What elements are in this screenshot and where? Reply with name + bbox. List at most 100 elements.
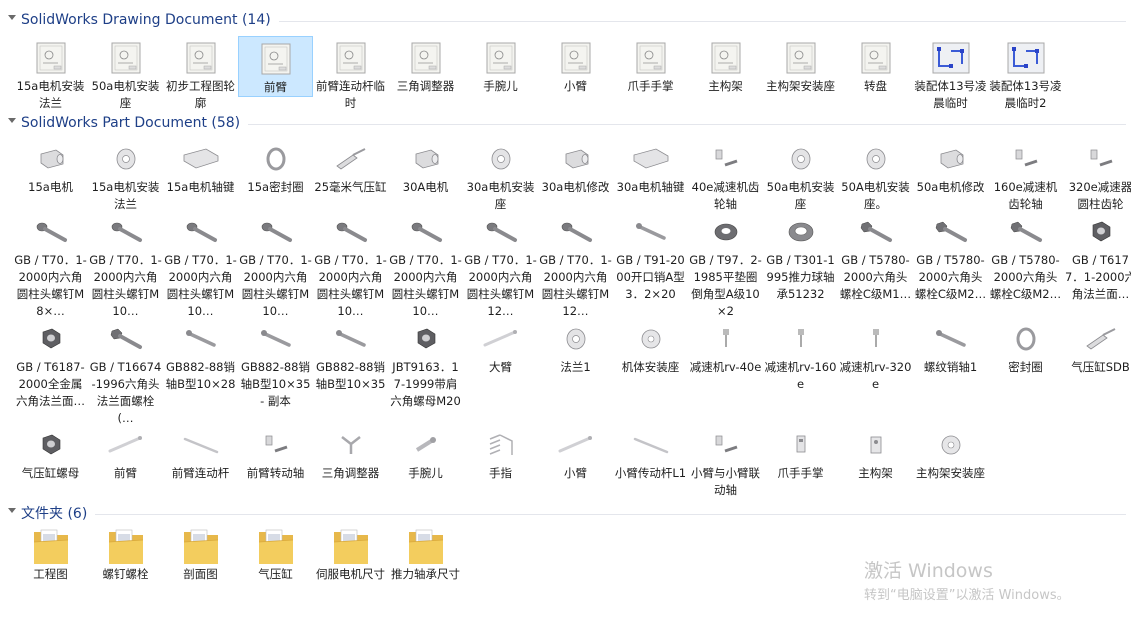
file-item[interactable]: 减速机rv-40e bbox=[688, 317, 763, 376]
item-label: GB / T5780-2000六角头螺栓C级M2… bbox=[914, 253, 987, 301]
group-title: SolidWorks Drawing Document (14) bbox=[21, 12, 271, 28]
file-item[interactable]: 50a电机安装座 bbox=[763, 137, 838, 213]
file-item[interactable]: GB882-88销轴B型10×28 bbox=[163, 317, 238, 393]
file-item[interactable]: 小臂与小臂联动轴 bbox=[688, 423, 763, 499]
file-item[interactable]: GB / T6187-2000全金属六角法兰面… bbox=[13, 317, 88, 410]
file-item[interactable]: GB / T5780-2000六角头螺栓C级M2… bbox=[988, 210, 1063, 303]
file-item[interactable]: GB / T97．2-1985平垫圈倒角型A级10×2 bbox=[688, 210, 763, 320]
file-item[interactable]: 50A电机安装座。 bbox=[838, 137, 913, 213]
file-item[interactable]: 前臂 bbox=[88, 423, 163, 482]
item-label: 减速机rv-160e bbox=[764, 360, 837, 391]
file-item[interactable]: 15a电机安装法兰 bbox=[13, 36, 88, 112]
file-item[interactable]: GB / T70．1-2000内六角圆柱头螺钉M10… bbox=[88, 210, 163, 320]
file-item[interactable]: 减速机rv-160e bbox=[763, 317, 838, 393]
item-label: 手指 bbox=[489, 466, 512, 480]
file-item[interactable]: 气压缸螺母 bbox=[13, 423, 88, 482]
item-label: 手腕儿 bbox=[408, 466, 443, 480]
file-item[interactable]: 减速机rv-320e bbox=[838, 317, 913, 393]
file-item[interactable]: JBT9163．17-1999带肩六角螺母M20 bbox=[388, 317, 463, 410]
folder-icon bbox=[388, 526, 463, 566]
file-item[interactable]: 装配体13号凌晨临时 bbox=[913, 36, 988, 112]
file-item[interactable]: 初步工程图轮廓 bbox=[163, 36, 238, 112]
shaft-part-icon bbox=[688, 425, 763, 465]
file-item[interactable]: 25毫米气压缸 bbox=[313, 137, 388, 196]
file-item[interactable]: 15a电机 bbox=[13, 137, 88, 196]
file-item[interactable]: 主构架 bbox=[688, 36, 763, 95]
file-item[interactable]: 手腕儿 bbox=[388, 423, 463, 482]
file-item[interactable]: 160e减速机齿轮轴 bbox=[988, 137, 1063, 213]
item-label: 主构架安装座 bbox=[766, 79, 835, 93]
file-item[interactable]: GB / T5780-2000六角头螺栓C级M1… bbox=[838, 210, 913, 303]
file-item[interactable]: 小臂传动杆L1 bbox=[613, 423, 688, 482]
file-item[interactable]: GB / T70．1-2000内六角圆柱头螺钉M10… bbox=[163, 210, 238, 320]
collapse-chevron-icon[interactable] bbox=[6, 14, 18, 26]
folder-item[interactable]: 工程图 bbox=[13, 524, 88, 583]
file-item[interactable]: 三角调整器 bbox=[313, 423, 388, 482]
folder-item[interactable]: 推力轴承尺寸 bbox=[388, 524, 463, 583]
item-label: GB / T70．1-2000内六角圆柱头螺钉M10… bbox=[314, 253, 387, 318]
file-item[interactable]: 前臂连动杆临时 bbox=[313, 36, 388, 112]
file-item[interactable]: 转盘 bbox=[838, 36, 913, 95]
file-item[interactable]: 30a电机修改 bbox=[538, 137, 613, 196]
file-item[interactable]: 前臂连动杆 bbox=[163, 423, 238, 482]
file-item[interactable]: 40e减速机齿轮轴 bbox=[688, 137, 763, 213]
folder-item[interactable]: 伺服电机尺寸 bbox=[313, 524, 388, 583]
collapse-chevron-icon[interactable] bbox=[6, 507, 18, 519]
file-item[interactable]: 15a电机安装法兰 bbox=[88, 137, 163, 213]
file-item[interactable]: 50a电机安装座 bbox=[88, 36, 163, 112]
file-item[interactable]: 小臂 bbox=[538, 36, 613, 95]
file-item[interactable]: GB / T5780-2000六角头螺栓C级M2… bbox=[913, 210, 988, 303]
group-header[interactable]: SolidWorks Drawing Document (14) bbox=[6, 9, 1126, 31]
file-item[interactable]: GB / T70．1-2000内六角圆柱头螺钉M12… bbox=[463, 210, 538, 320]
file-item[interactable]: 小臂 bbox=[538, 423, 613, 482]
file-item[interactable]: 大臂 bbox=[463, 317, 538, 376]
item-label: 小臂与小臂联动轴 bbox=[691, 466, 760, 497]
file-item[interactable]: 密封圈 bbox=[988, 317, 1063, 376]
washer-part-icon bbox=[688, 212, 763, 252]
collapse-chevron-icon[interactable] bbox=[6, 117, 18, 129]
file-item[interactable]: GB / T70．1-2000内六角圆柱头螺钉M8×… bbox=[13, 210, 88, 320]
file-item[interactable]: 15a密封圈 bbox=[238, 137, 313, 196]
file-item[interactable]: GB882-88销轴B型10×35 - 副本 bbox=[238, 317, 313, 410]
file-item[interactable]: 手腕儿 bbox=[463, 36, 538, 95]
pin-part-icon bbox=[613, 212, 688, 252]
file-item[interactable]: 主构架 bbox=[838, 423, 913, 482]
file-item[interactable]: 30A电机 bbox=[388, 137, 463, 196]
group-header[interactable]: SolidWorks Part Document (58) bbox=[6, 112, 1126, 134]
file-item[interactable]: 50a电机修改 bbox=[913, 137, 988, 196]
file-item[interactable]: 320e减速器圆柱齿轮 bbox=[1063, 137, 1131, 213]
item-label: JBT9163．17-1999带肩六角螺母M20 bbox=[390, 360, 461, 408]
file-item[interactable]: 三角调整器 bbox=[388, 36, 463, 95]
file-item[interactable]: 前臂 bbox=[238, 36, 313, 97]
motor-part-icon bbox=[538, 139, 613, 179]
file-item[interactable]: 装配体13号凌晨临时2 bbox=[988, 36, 1063, 112]
file-item[interactable]: GB / T301-1995推力球轴承51232 bbox=[763, 210, 838, 303]
file-item[interactable]: GB / T70．1-2000内六角圆柱头螺钉M10… bbox=[238, 210, 313, 320]
file-item[interactable]: GB / T91-2000开口销A型3．2×20 bbox=[613, 210, 688, 303]
group-header[interactable]: 文件夹 (6) bbox=[6, 502, 1126, 524]
file-item[interactable]: GB882-88销轴B型10×35 bbox=[313, 317, 388, 393]
file-item[interactable]: GB / T6177．1-2000六角法兰面… bbox=[1063, 210, 1131, 303]
file-item[interactable]: 螺纹销轴1 bbox=[913, 317, 988, 376]
file-item[interactable]: 30a电机轴键 bbox=[613, 137, 688, 196]
file-item[interactable]: 15a电机轴键 bbox=[163, 137, 238, 196]
file-item[interactable]: 手指 bbox=[463, 423, 538, 482]
item-label: 装配体13号凌晨临时2 bbox=[989, 79, 1062, 110]
file-item[interactable]: 机体安装座 bbox=[613, 317, 688, 376]
file-item[interactable]: 爪手手掌 bbox=[763, 423, 838, 482]
file-item[interactable]: GB / T70．1-2000内六角圆柱头螺钉M12… bbox=[538, 210, 613, 320]
file-item[interactable]: 爪手手掌 bbox=[613, 36, 688, 95]
folder-item[interactable]: 剖面图 bbox=[163, 524, 238, 583]
file-item[interactable]: GB / T70．1-2000内六角圆柱头螺钉M10… bbox=[388, 210, 463, 320]
file-item[interactable]: 法兰1 bbox=[538, 317, 613, 376]
file-item[interactable]: 30a电机安装座 bbox=[463, 137, 538, 213]
item-label: 50a电机安装座 bbox=[766, 180, 835, 211]
folder-item[interactable]: 气压缸 bbox=[238, 524, 313, 583]
file-item[interactable]: 前臂转动轴 bbox=[238, 423, 313, 482]
folder-item[interactable]: 螺钉螺栓 bbox=[88, 524, 163, 583]
file-item[interactable]: GB / T16674-1996六角头法兰面螺栓(… bbox=[88, 317, 163, 427]
file-item[interactable]: 气压缸SDB bbox=[1063, 317, 1131, 376]
file-item[interactable]: 主构架安装座 bbox=[763, 36, 838, 95]
file-item[interactable]: GB / T70．1-2000内六角圆柱头螺钉M10… bbox=[313, 210, 388, 320]
file-item[interactable]: 主构架安装座 bbox=[913, 423, 988, 482]
